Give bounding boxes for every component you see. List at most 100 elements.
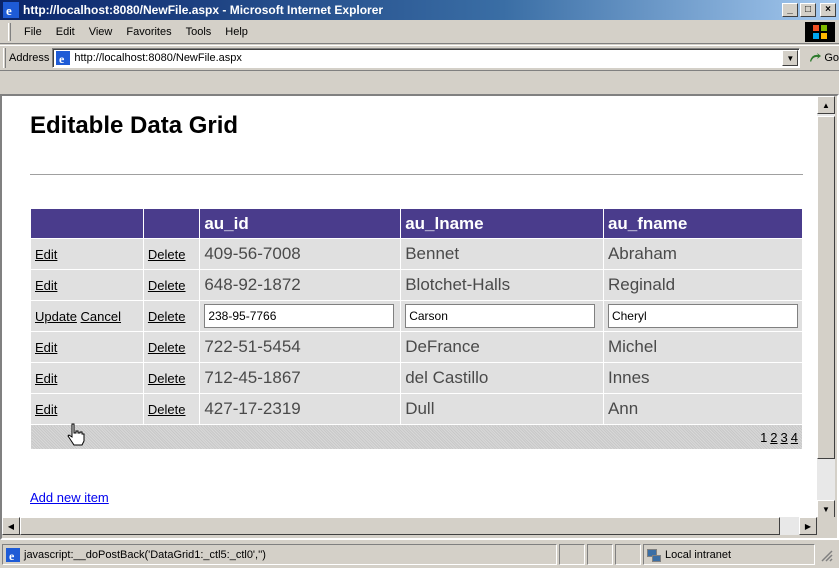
delete-link[interactable]: Delete <box>148 247 186 262</box>
cell-au-lname: Bennet <box>400 238 604 270</box>
cell-au-lname: del Castillo <box>400 362 604 394</box>
cell-au-fname: Innes <box>602 362 804 394</box>
scroll-up-button[interactable]: ▲ <box>817 96 835 114</box>
horizontal-scrollbar[interactable]: ◀ ▶ <box>2 517 817 535</box>
delete-link[interactable]: Delete <box>148 278 186 293</box>
address-bar: Address e http://localhost:8080/NewFile.… <box>0 45 839 71</box>
grid-header-row: au_id au_lname au_fname <box>30 208 804 239</box>
edit-link[interactable]: Edit <box>35 371 57 386</box>
cell-au-lname: Blotchet-Halls <box>400 269 604 301</box>
address-label: Address <box>9 52 50 64</box>
page-viewport: Editable Data Grid au_id au_lname au_fna… <box>2 96 817 534</box>
table-row: Edit Delete 712-45-1867 del Castillo Inn… <box>30 362 804 394</box>
pager-page-current: 1 <box>760 429 768 445</box>
close-button[interactable]: × <box>820 3 836 17</box>
edit-link[interactable]: Edit <box>35 278 57 293</box>
pager: 1234 <box>30 424 803 450</box>
title-bar: e http://localhost:8080/NewFile.aspx - M… <box>0 0 839 20</box>
horizontal-rule <box>30 174 803 175</box>
menu-view[interactable]: View <box>82 24 120 40</box>
address-input[interactable]: e http://localhost:8080/NewFile.aspx ▼ <box>52 48 801 68</box>
menu-bar: File Edit View Favorites Tools Help <box>0 20 839 44</box>
cell-au-fname: Ann <box>602 393 804 425</box>
zone-pane: Local intranet <box>643 544 815 565</box>
status-pane-empty <box>559 544 585 565</box>
windows-flag-icon <box>805 22 835 42</box>
svg-text:e: e <box>59 52 65 66</box>
edit-link[interactable]: Edit <box>35 402 57 417</box>
vertical-scrollbar[interactable]: ▲ ▼ <box>817 96 835 518</box>
table-row: Edit Delete 722-51-5454 DeFrance Michel <box>30 331 804 363</box>
pager-page-link[interactable]: 2 <box>770 430 777 445</box>
cell-au-lname: Dull <box>400 393 604 425</box>
status-text-pane: e javascript:__doPostBack('DataGrid1:_ct… <box>2 544 557 565</box>
window-title: http://localhost:8080/NewFile.aspx - Mic… <box>23 3 384 17</box>
cell-au-id: 712-45-1867 <box>199 362 402 394</box>
cell-au-fname: Michel <box>602 331 804 363</box>
header-cmd <box>30 208 144 239</box>
resize-grip-icon[interactable] <box>819 548 833 562</box>
table-row: Edit Delete 427-17-2319 Dull Ann <box>30 393 804 425</box>
menu-edit[interactable]: Edit <box>49 24 82 40</box>
data-grid: au_id au_lname au_fname Edit Delete 409-… <box>30 208 804 450</box>
header-au-lname[interactable]: au_lname <box>400 208 604 239</box>
edit-link[interactable]: Edit <box>35 247 57 262</box>
status-pane-empty <box>615 544 641 565</box>
au-id-input[interactable] <box>204 304 395 328</box>
hand-cursor-icon <box>67 423 85 446</box>
cell-au-lname: DeFrance <box>400 331 604 363</box>
menu-tools[interactable]: Tools <box>179 24 219 40</box>
table-row-editing: Update Cancel Delete <box>30 300 804 332</box>
scroll-right-button[interactable]: ▶ <box>799 517 817 535</box>
vertical-scroll-thumb[interactable] <box>817 116 835 459</box>
delete-link[interactable]: Delete <box>148 340 186 355</box>
go-arrow-icon <box>810 53 822 62</box>
pager-row: 1234 <box>30 424 803 450</box>
toolbar-grip <box>8 22 11 41</box>
page-icon: e <box>6 547 20 563</box>
cell-au-fname: Reginald <box>602 269 804 301</box>
cancel-link[interactable]: Cancel <box>81 309 121 324</box>
au-fname-input[interactable] <box>607 304 798 328</box>
menu-file[interactable]: File <box>17 24 49 40</box>
address-url: http://localhost:8080/NewFile.aspx <box>74 52 242 64</box>
address-dropdown-button[interactable]: ▼ <box>782 50 799 66</box>
menu-favorites[interactable]: Favorites <box>119 24 178 40</box>
edit-link[interactable]: Edit <box>35 340 57 355</box>
cell-au-id: 409-56-7008 <box>199 238 402 270</box>
local-intranet-icon <box>647 548 661 562</box>
horizontal-scroll-thumb[interactable] <box>20 517 780 535</box>
pager-page-link[interactable]: 4 <box>791 430 798 445</box>
table-row: Edit Delete 648-92-1872 Blotchet-Halls R… <box>30 269 804 301</box>
delete-link[interactable]: Delete <box>148 309 186 324</box>
cell-au-id: 648-92-1872 <box>199 269 402 301</box>
update-link[interactable]: Update <box>35 309 77 324</box>
maximize-button[interactable]: □ <box>800 3 816 17</box>
header-au-id[interactable]: au_id <box>199 208 402 239</box>
header-au-fname[interactable]: au_fname <box>602 208 804 239</box>
toolbar-grip <box>3 48 6 68</box>
zone-label: Local intranet <box>665 548 732 561</box>
cell-au-fname: Abraham <box>602 238 804 270</box>
add-new-item-link[interactable]: Add new item <box>30 490 109 505</box>
page-title: Editable Data Grid <box>30 112 239 139</box>
scrollbar-corner <box>817 517 835 535</box>
delete-link[interactable]: Delete <box>148 371 186 386</box>
scroll-down-button[interactable]: ▼ <box>817 500 835 518</box>
go-label: Go <box>824 52 839 64</box>
pager-page-link[interactable]: 3 <box>781 430 788 445</box>
delete-link[interactable]: Delete <box>148 402 186 417</box>
page-icon: e <box>56 51 71 66</box>
menu-help[interactable]: Help <box>218 24 255 40</box>
table-row: Edit Delete 409-56-7008 Bennet Abraham <box>30 238 804 270</box>
au-lname-input[interactable] <box>405 304 596 328</box>
status-text: javascript:__doPostBack('DataGrid1:_ctl5… <box>24 548 266 561</box>
cell-au-id: 427-17-2319 <box>199 393 402 425</box>
svg-text:e: e <box>6 3 12 18</box>
go-button[interactable]: Go <box>808 51 839 65</box>
status-pane-empty <box>587 544 613 565</box>
scroll-left-button[interactable]: ◀ <box>2 517 20 535</box>
minimize-button[interactable]: _ <box>782 3 798 17</box>
status-bar: e javascript:__doPostBack('DataGrid1:_ct… <box>0 540 839 568</box>
svg-text:e: e <box>9 549 15 563</box>
